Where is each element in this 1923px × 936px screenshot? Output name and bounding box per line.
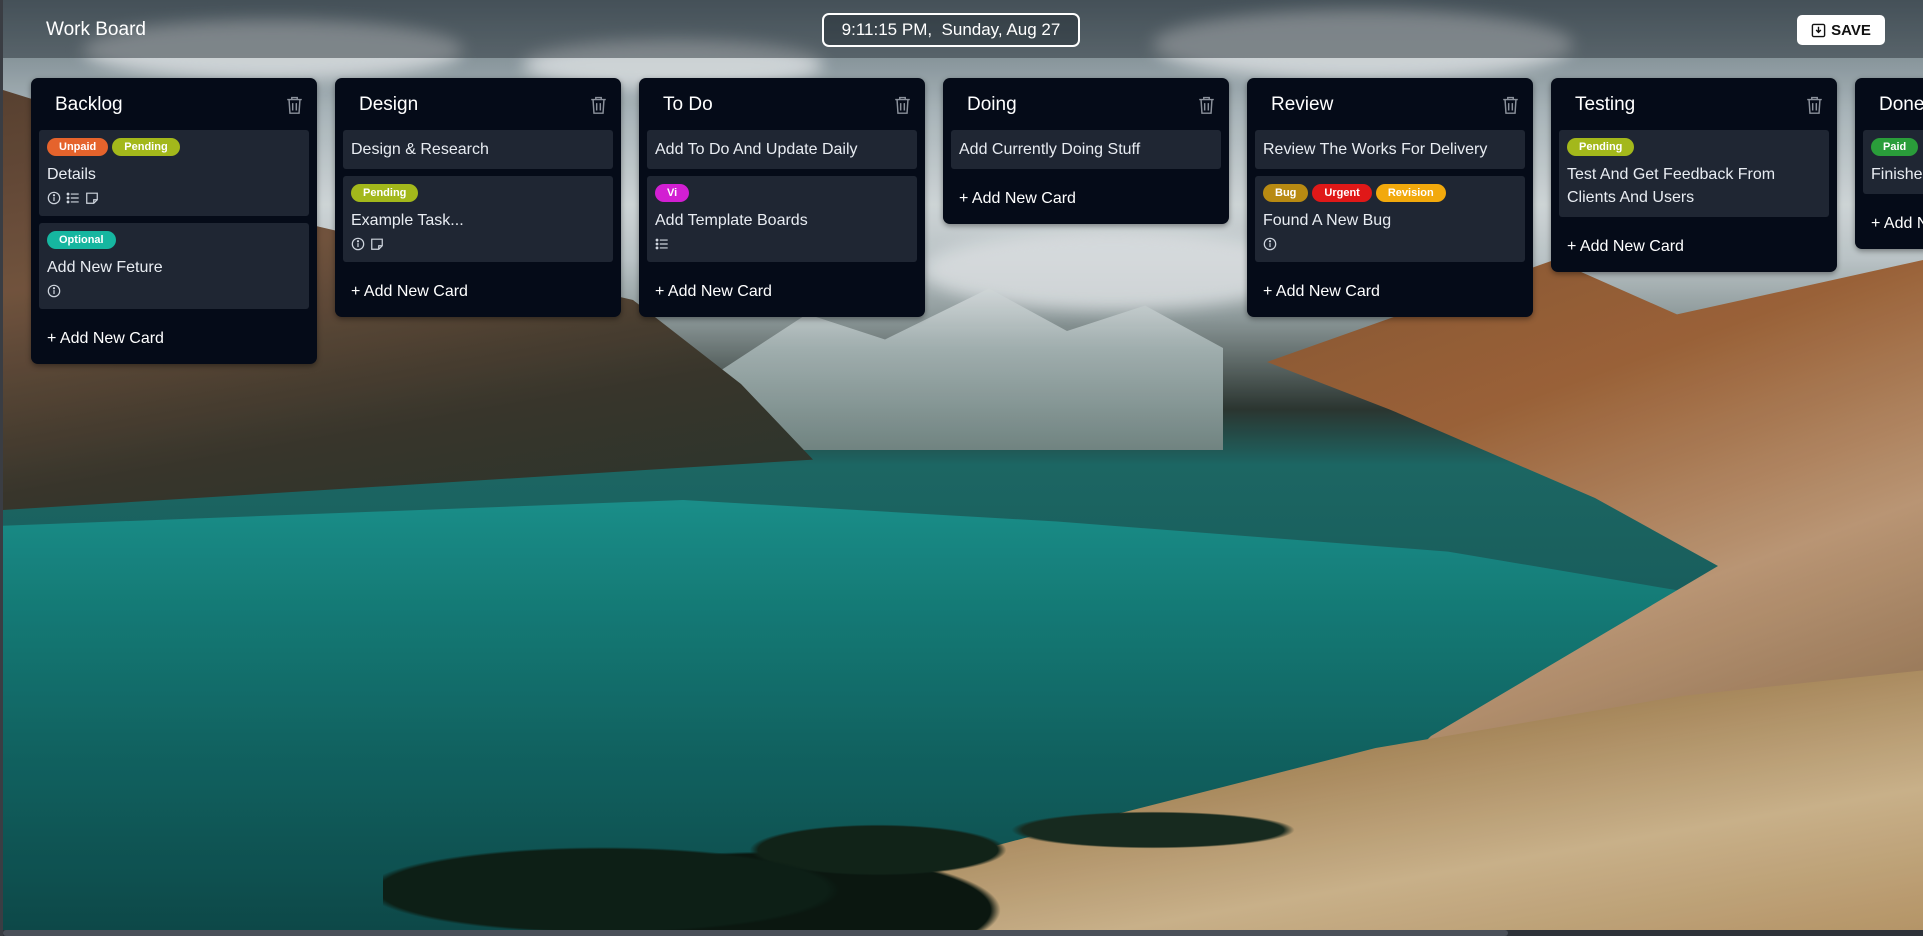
card[interactable]: Pending Test And Get Feedback From Client… (1559, 130, 1829, 217)
trash-icon[interactable] (283, 94, 305, 116)
card-title: Test And Get Feedback From Clients And U… (1567, 166, 1776, 206)
card-labels: Paid (1871, 138, 1923, 156)
list-title[interactable]: Testing (1575, 94, 1635, 116)
info-icon (351, 237, 365, 256)
card-label-urgent: Urgent (1312, 184, 1372, 202)
card-labels: Vi (655, 184, 909, 202)
card-title: Details (47, 166, 96, 183)
card-labels: Pending (351, 184, 605, 202)
list-design: Design Design & Research Pending Example Ta… (335, 78, 621, 317)
card-label-revision: Revision (1375, 184, 1446, 202)
list-header: Doing (951, 88, 1221, 122)
add-new-card-button[interactable]: + Add New Card (39, 316, 172, 348)
card-labels: Unpaid Pending (47, 138, 301, 156)
card-label-vi: Vi (655, 184, 690, 202)
card-badges (47, 191, 301, 210)
list-title[interactable]: Design (359, 94, 418, 116)
add-new-card-button[interactable]: + Add New Card (951, 176, 1084, 208)
list-to-do: To Do Add To Do And Update Daily Vi Add Tem… (639, 78, 925, 317)
add-new-card-button[interactable]: + Add New Card (1863, 201, 1923, 233)
card[interactable]: Paid Finished (1863, 130, 1923, 194)
trash-icon[interactable] (891, 94, 913, 116)
list-title[interactable]: Doing (967, 94, 1017, 116)
card-label-optional: Optional (47, 231, 116, 249)
card[interactable]: Optional Add New Feture (39, 223, 309, 309)
card-badges (47, 284, 301, 303)
list-title[interactable]: Done (1879, 94, 1923, 116)
card[interactable]: Add To Do And Update Daily (647, 130, 917, 169)
board: Backlog Unpaid Pending Details Optional Add N… (0, 0, 1923, 936)
scrollbar-thumb[interactable] (3, 930, 1508, 936)
list-header: Done (1863, 88, 1923, 122)
card[interactable]: Pending Example Task... (343, 176, 613, 262)
card-label-paid: Paid (1871, 138, 1919, 156)
card-labels: Bug Urgent Revision (1263, 184, 1517, 202)
list-header: Review (1255, 88, 1525, 122)
card[interactable]: Design & Research (343, 130, 613, 169)
card-labels: Optional (47, 231, 301, 249)
card-labels: Pending (1567, 138, 1821, 156)
card-title: Example Task... (351, 212, 464, 229)
card-title: Add To Do And Update Daily (655, 141, 858, 158)
card-title: Add Template Boards (655, 212, 808, 229)
list-title[interactable]: To Do (663, 94, 713, 116)
list-header: Backlog (39, 88, 309, 122)
card-badges (351, 237, 605, 256)
list-header: To Do (647, 88, 917, 122)
card[interactable]: Bug Urgent Revision Found A New Bug (1255, 176, 1525, 262)
list-review: Review Review The Works For Delivery Bug Ur… (1247, 78, 1533, 317)
add-new-card-button[interactable]: + Add New Card (343, 269, 476, 301)
trash-icon[interactable] (1499, 94, 1521, 116)
card-title: Add Currently Doing Stuff (959, 141, 1141, 158)
list-backlog: Backlog Unpaid Pending Details Optional Add N… (31, 78, 317, 364)
card-label-bug: Bug (1263, 184, 1309, 202)
info-icon (47, 284, 61, 303)
list-doing: Doing Add Currently Doing Stuff + Add New … (943, 78, 1229, 224)
list-done: Done Paid Finished + Add New Card (1855, 78, 1923, 249)
trash-icon[interactable] (587, 94, 609, 116)
card-title: Review The Works For Delivery (1263, 141, 1488, 158)
add-new-card-button[interactable]: + Add New Card (647, 269, 780, 301)
note-icon (85, 191, 99, 210)
card-title: Design & Research (351, 141, 489, 158)
card-title: Add New Feture (47, 259, 163, 276)
add-new-card-button[interactable]: + Add New Card (1255, 269, 1388, 301)
checklist-icon (655, 237, 669, 256)
trash-icon[interactable] (1803, 94, 1825, 116)
card[interactable]: Review The Works For Delivery (1255, 130, 1525, 169)
card[interactable]: Add Currently Doing Stuff (951, 130, 1221, 169)
card-title: Finished (1871, 166, 1923, 183)
horizontal-scrollbar[interactable] (3, 930, 1923, 936)
list-title[interactable]: Backlog (55, 94, 123, 116)
list-title[interactable]: Review (1271, 94, 1333, 116)
trash-icon[interactable] (1195, 94, 1217, 116)
card-badges (655, 238, 909, 254)
card-label-pending: Pending (112, 138, 180, 156)
card-label-pending: Pending (1567, 138, 1635, 156)
card-label-pending: Pending (351, 184, 419, 202)
info-icon (1263, 237, 1277, 256)
card[interactable]: Unpaid Pending Details (39, 130, 309, 216)
card-badges (1263, 237, 1517, 256)
list-testing: Testing Pending Test And Get Feedback From… (1551, 78, 1837, 272)
list-header: Design (343, 88, 613, 122)
note-icon (370, 237, 384, 256)
info-icon (47, 191, 61, 210)
list-header: Testing (1559, 88, 1829, 122)
card[interactable]: Vi Add Template Boards (647, 176, 917, 262)
card-title: Found A New Bug (1263, 212, 1392, 229)
card-label-unpaid: Unpaid (47, 138, 109, 156)
add-new-card-button[interactable]: + Add New Card (1559, 224, 1692, 256)
checklist-icon (66, 191, 80, 210)
